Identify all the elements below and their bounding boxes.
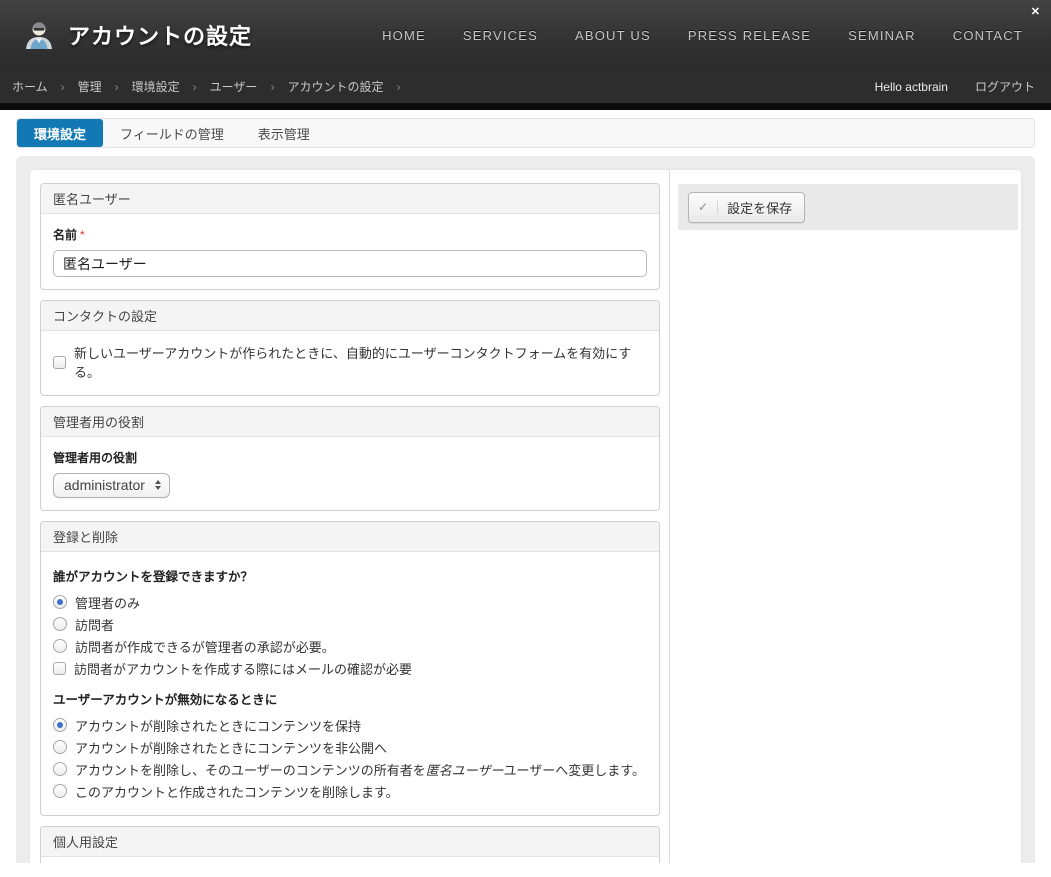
breadcrumb-item-people[interactable]: ユーザー	[210, 78, 258, 95]
cancel-option-unpublish-content[interactable]: アカウントが削除されたときにコンテンツを非公開へ	[53, 737, 647, 757]
radio-label[interactable]: 訪問者	[75, 615, 114, 634]
actions-strip: ✓ 設定を保存	[678, 184, 1018, 230]
content-well: 匿名ユーザー 名前* コンタクトの設定 新しいユーザーアカウントが作られたときに…	[16, 156, 1035, 863]
fieldset-legend: 登録と削除	[41, 522, 659, 552]
radio-label[interactable]: アカウントが削除されたときにコンテンツを非公開へ	[75, 738, 387, 757]
tab-manage-fields[interactable]: フィールドの管理	[103, 119, 241, 147]
nav-item-contact[interactable]: CONTACT	[953, 28, 1023, 43]
radio-label[interactable]: アカウントを削除し、そのユーザーのコンテンツの所有者を匿名ユーザーユーザーへ変更…	[75, 760, 645, 779]
checkbox-icon[interactable]	[53, 356, 66, 369]
who-can-register-label: 誰がアカウントを登録できますか？	[53, 566, 647, 585]
account-cancel-label: ユーザーアカウントが無効になるときに	[53, 689, 647, 708]
register-option-visitors[interactable]: 訪問者	[53, 614, 647, 634]
checkbox-label[interactable]: 新しいユーザーアカウントが作られたときに、自動的にユーザーコンタクトフォームを有…	[74, 343, 647, 381]
select-value: administrator	[64, 477, 145, 493]
required-mark: *	[80, 228, 85, 242]
fieldset-legend: コンタクトの設定	[41, 301, 659, 331]
cancel-option-keep-content[interactable]: アカウントが削除されたときにコンテンツを保持	[53, 715, 647, 735]
nav-item-home[interactable]: HOME	[382, 28, 426, 43]
logout-link[interactable]: ログアウト	[975, 78, 1035, 95]
name-label: 名前	[53, 228, 77, 242]
overlay-header: アカウントの設定 HOME SERVICES ABOUT US PRESS RE…	[0, 0, 1051, 70]
tabs-bar: 環境設定 フィールドの管理 表示管理	[16, 118, 1035, 148]
checkbox-label[interactable]: 訪問者がアカウントを作成する際にはメールの確認が必要	[74, 659, 412, 678]
save-settings-button[interactable]: ✓ 設定を保存	[688, 192, 805, 223]
cancel-option-reassign-content[interactable]: アカウントを削除し、そのユーザーのコンテンツの所有者を匿名ユーザーユーザーへ変更…	[53, 759, 647, 779]
fieldset-legend: 匿名ユーザー	[41, 184, 659, 214]
fieldset-personalization: 個人用設定 署名の有効化 ユーザーアバターを有効にします。	[40, 826, 660, 863]
contact-form-checkbox-row[interactable]: 新しいユーザーアカウントが作られたときに、自動的にユーザーコンタクトフォームを有…	[53, 343, 647, 381]
radio-icon[interactable]	[53, 784, 67, 798]
breadcrumb-item-home[interactable]: ホーム	[12, 78, 48, 95]
breadcrumb-item-account-settings[interactable]: アカウントの設定	[287, 78, 383, 95]
select-stepper-icon	[155, 480, 161, 490]
register-option-email-verification[interactable]: 訪問者がアカウントを作成する際にはメールの確認が必要	[53, 658, 647, 678]
admin-role-label: 管理者用の役割	[53, 449, 647, 466]
breadcrumb-separator: ›	[115, 80, 119, 94]
fieldset-registration: 登録と削除 誰がアカウントを登録できますか？ 管理者のみ 訪問者 訪問者が作成で…	[40, 521, 660, 816]
breadcrumb-separator: ›	[61, 80, 65, 94]
anonymous-name-input[interactable]	[53, 250, 647, 277]
nav-item-about-us[interactable]: ABOUT US	[575, 28, 651, 43]
radio-icon[interactable]	[53, 740, 67, 754]
actions-sidebar: ✓ 設定を保存	[670, 170, 1021, 863]
nav-item-services[interactable]: SERVICES	[463, 28, 538, 43]
user-greeting: Hello actbrain	[875, 80, 948, 94]
admin-role-select[interactable]: administrator	[53, 473, 170, 498]
radio-icon[interactable]	[53, 617, 67, 631]
close-overlay-icon[interactable]: ✕	[1031, 7, 1040, 18]
radio-label[interactable]: 訪問者が作成できるが管理者の承認が必要。	[75, 637, 335, 656]
radio-label[interactable]: 管理者のみ	[75, 593, 140, 612]
content-panel: 匿名ユーザー 名前* コンタクトの設定 新しいユーザーアカウントが作られたときに…	[30, 170, 1021, 863]
checkbox-icon[interactable]	[53, 662, 66, 675]
user-settings-icon	[22, 17, 56, 56]
tab-settings[interactable]: 環境設定	[17, 119, 103, 147]
header-divider	[0, 103, 1051, 110]
breadcrumb-item-config[interactable]: 環境設定	[132, 78, 180, 95]
cancel-option-delete-content[interactable]: このアカウントと作成されたコンテンツを削除します。	[53, 781, 647, 801]
radio-icon[interactable]	[53, 718, 67, 732]
page-title: アカウントの設定	[68, 19, 252, 51]
fieldset-admin-role: 管理者用の役割 管理者用の役割 administrator	[40, 406, 660, 511]
radio-icon[interactable]	[53, 595, 67, 609]
fieldset-contact-settings: コンタクトの設定 新しいユーザーアカウントが作られたときに、自動的にユーザーコン…	[40, 300, 660, 396]
breadcrumb-separator: ›	[270, 80, 274, 94]
nav-item-seminar[interactable]: SEMINAR	[848, 28, 916, 43]
fieldset-anonymous-user: 匿名ユーザー 名前*	[40, 183, 660, 290]
nav-item-press-release[interactable]: PRESS RELEASE	[688, 28, 811, 43]
breadcrumb-separator: ›	[396, 80, 400, 94]
radio-label[interactable]: アカウントが削除されたときにコンテンツを保持	[75, 716, 361, 735]
register-option-approval-required[interactable]: 訪問者が作成できるが管理者の承認が必要。	[53, 636, 647, 656]
fieldset-legend: 管理者用の役割	[41, 407, 659, 437]
settings-form: 匿名ユーザー 名前* コンタクトの設定 新しいユーザーアカウントが作られたときに…	[30, 170, 670, 863]
tab-manage-display[interactable]: 表示管理	[241, 119, 327, 147]
breadcrumb-item-admin[interactable]: 管理	[78, 78, 102, 95]
radio-label[interactable]: このアカウントと作成されたコンテンツを削除します。	[75, 782, 399, 801]
breadcrumb-separator: ›	[193, 80, 197, 94]
fieldset-legend: 個人用設定	[41, 827, 659, 857]
breadcrumb: ホーム › 管理 › 環境設定 › ユーザー › アカウントの設定 › Hell…	[0, 70, 1051, 103]
register-option-admins-only[interactable]: 管理者のみ	[53, 592, 647, 612]
main-nav: HOME SERVICES ABOUT US PRESS RELEASE SEM…	[382, 28, 1029, 43]
radio-icon[interactable]	[53, 639, 67, 653]
save-button-label: 設定を保存	[727, 198, 792, 217]
radio-icon[interactable]	[53, 762, 67, 776]
check-icon: ✓	[698, 200, 718, 214]
